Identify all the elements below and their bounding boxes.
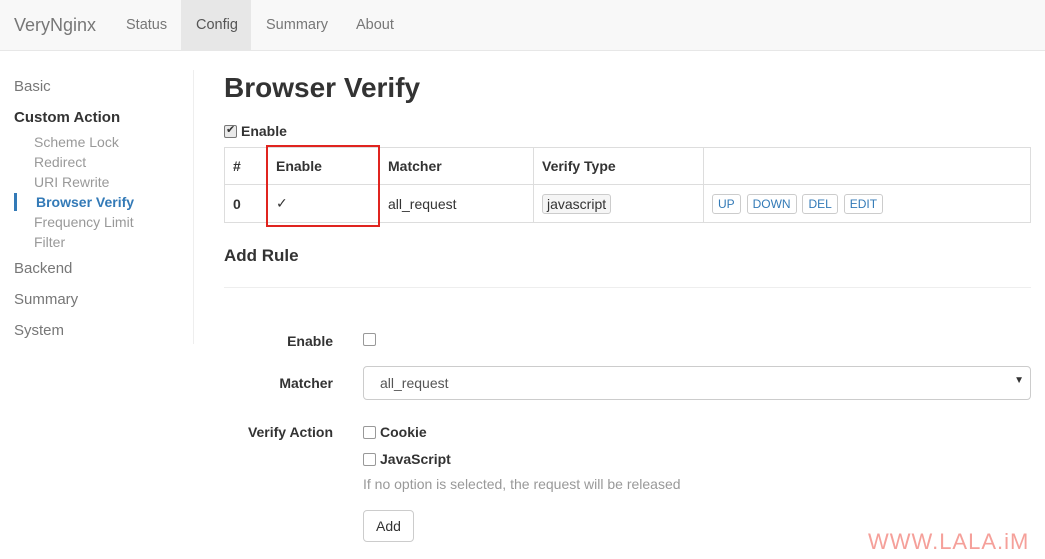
sidebar-item-browser-verify[interactable]: Browser Verify [36, 194, 134, 210]
divider [224, 287, 1031, 288]
javascript-label: JavaScript [380, 451, 451, 467]
up-button[interactable]: UP [712, 193, 741, 214]
sidebar-item-frequency-limit[interactable]: Frequency Limit [34, 214, 134, 230]
sidebar-item-redirect[interactable]: Redirect [34, 154, 86, 170]
cookie-checkbox[interactable] [363, 425, 376, 439]
add-enable-label: Enable [287, 333, 333, 349]
cookie-label: Cookie [380, 424, 427, 440]
chevron-down-icon: ▼ [1014, 375, 1024, 386]
nav-about[interactable]: About [341, 0, 409, 50]
add-enable-checkbox[interactable] [363, 333, 376, 346]
help-text: If no option is selected, the request wi… [363, 476, 681, 492]
nav-summary[interactable]: Summary [251, 0, 343, 50]
sidebar-item-basic[interactable]: Basic [14, 78, 51, 95]
option-javascript[interactable]: JavaScript [363, 451, 451, 467]
sidebar-item-backend[interactable]: Backend [14, 260, 72, 277]
verify-action-label: Verify Action [247, 424, 333, 440]
option-cookie[interactable]: Cookie [363, 424, 427, 440]
row-verify-type: javascript [542, 193, 612, 214]
add-button[interactable]: Add [363, 510, 414, 542]
page-title: Browser Verify [224, 72, 421, 103]
enable-label: Enable [241, 123, 287, 139]
col-header-index: # [224, 147, 268, 185]
down-button[interactable]: DOWN [746, 193, 797, 214]
col-header-actions [703, 147, 1031, 185]
top-navbar: VeryNginx Status Config Summary About [0, 0, 1045, 51]
nav-config[interactable]: Config [181, 0, 251, 50]
active-indicator [14, 193, 17, 211]
sidebar-item-summary[interactable]: Summary [14, 291, 78, 308]
delete-button[interactable]: DEL [802, 193, 838, 214]
row-actions: UP DOWN DEL EDIT [703, 184, 1031, 223]
watermark: WWW.LALA.iM [868, 529, 1030, 554]
highlight-annotation-box [266, 145, 380, 227]
matcher-select[interactable]: all_request ▼ [363, 366, 1031, 400]
add-rule-heading: Add Rule [224, 246, 299, 265]
matcher-label: Matcher [279, 375, 333, 391]
matcher-select-value: all_request [380, 375, 449, 391]
sidebar-item-custom-action[interactable]: Custom Action [14, 109, 120, 126]
col-header-matcher: Matcher [379, 147, 534, 185]
sidebar-item-scheme-lock[interactable]: Scheme Lock [34, 134, 119, 150]
sidebar-item-system[interactable]: System [14, 322, 64, 339]
javascript-checkbox[interactable] [363, 452, 376, 466]
enable-checkbox[interactable] [224, 123, 237, 138]
row-matcher: all_request [379, 184, 534, 223]
row-index: 0 [224, 184, 268, 223]
enable-toggle[interactable]: Enable [224, 123, 287, 139]
col-header-verify-type: Verify Type [533, 147, 704, 185]
edit-button[interactable]: EDIT [843, 193, 884, 214]
row-verify-type-cell: javascript [533, 184, 704, 223]
sidebar-item-filter[interactable]: Filter [34, 234, 65, 250]
sidebar-item-uri-rewrite[interactable]: URI Rewrite [34, 174, 109, 190]
brand-logo[interactable]: VeryNginx [14, 0, 96, 50]
nav-status[interactable]: Status [111, 0, 182, 50]
